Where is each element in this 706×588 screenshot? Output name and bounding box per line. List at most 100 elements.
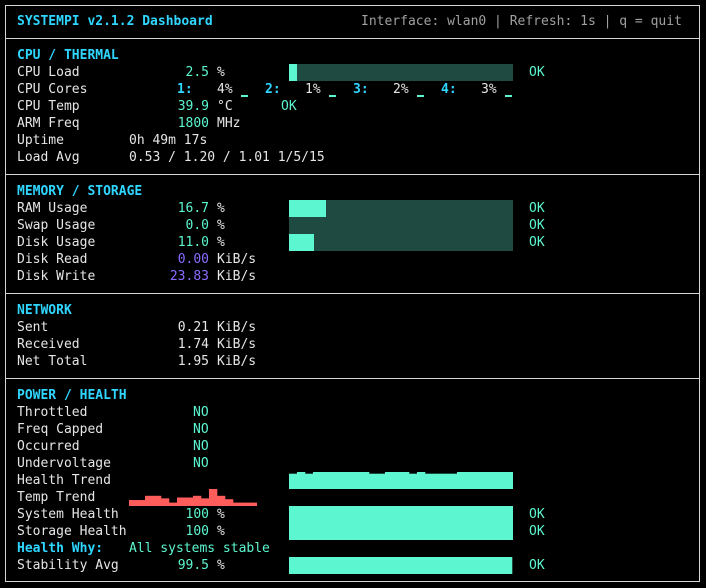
disk-write-label: Disk Write xyxy=(17,269,96,284)
undervoltage-label: Undervoltage xyxy=(17,456,111,471)
sparkline-bar xyxy=(457,472,462,489)
core-4-id: 4: xyxy=(441,82,457,97)
swap-usage-value: 0.0 xyxy=(185,218,209,233)
sparkline-bar xyxy=(221,495,226,506)
disk-usage-status: OK xyxy=(529,235,545,250)
sparkline-bar xyxy=(509,472,513,489)
throttled-label: Throttled xyxy=(17,405,88,420)
sparkline-bar xyxy=(297,472,302,489)
ram-usage-bar xyxy=(289,200,513,217)
sparkline-bar xyxy=(213,489,218,506)
sparkline-bar xyxy=(385,472,390,489)
stability-avg-label: Stability Avg xyxy=(17,558,119,573)
sparkline-bar xyxy=(409,473,414,489)
core-2-value: 1% xyxy=(305,82,321,97)
swap-usage-status: OK xyxy=(529,218,545,233)
sparkline-bar xyxy=(429,473,434,489)
sparkline-bar xyxy=(337,472,342,489)
core-3-id: 3: xyxy=(353,82,369,97)
sparkline-bar xyxy=(133,500,138,506)
cpu-load-status: OK xyxy=(529,65,545,80)
sparkline-bar xyxy=(209,489,214,506)
sparkline-bar xyxy=(225,499,230,506)
sparkline-bar xyxy=(197,495,202,506)
sparkline-bar xyxy=(309,473,314,489)
disk-write-value: 23.83 xyxy=(169,269,209,284)
sparkline-bar xyxy=(229,499,234,506)
disk-usage-bar-fill xyxy=(289,234,314,251)
sparkline-bar xyxy=(141,500,146,506)
sparkline-bar xyxy=(465,472,470,489)
core-3-value: 2% xyxy=(393,82,409,97)
sparkline-bar xyxy=(453,473,458,489)
sparkline-bar xyxy=(493,472,498,489)
uptime-value: 0h 49m 17s xyxy=(129,133,208,148)
net-sent-value: 0.21 xyxy=(177,320,209,335)
sparkline-bar xyxy=(461,472,466,489)
system-health-unit: % xyxy=(217,507,225,522)
sparkline-bar xyxy=(393,472,398,489)
health-trend-sparkline xyxy=(289,472,513,489)
storage-health-bar xyxy=(289,523,513,540)
stability-avg-bar xyxy=(289,557,513,574)
sparkline-bar xyxy=(349,472,354,489)
section-title-network: NETWORK xyxy=(17,303,72,318)
sparkline-bar xyxy=(149,495,154,506)
disk-usage-unit: % xyxy=(217,235,225,250)
disk-usage-label: Disk Usage xyxy=(17,235,96,250)
uptime-label: Uptime xyxy=(17,133,64,148)
core-2-id: 2: xyxy=(265,82,281,97)
storage-health-value: 100 xyxy=(185,524,209,539)
cpu-load-bar xyxy=(289,64,513,81)
sparkline-bar xyxy=(189,497,194,506)
net-total-label: Net Total xyxy=(17,354,88,369)
sparkline-bar xyxy=(161,498,166,506)
sparkline-bar xyxy=(233,502,238,506)
core-1-tick xyxy=(241,95,248,97)
divider xyxy=(6,378,699,379)
ram-usage-unit: % xyxy=(217,201,225,216)
sparkline-bar xyxy=(329,472,334,489)
sparkline-bar xyxy=(501,472,506,489)
sparkline-bar xyxy=(245,502,250,506)
core-3-tick xyxy=(417,95,424,97)
health-why-label: Health Why: xyxy=(17,541,104,556)
cpu-load-unit: % xyxy=(217,65,225,80)
sparkline-bar xyxy=(177,497,182,506)
sparkline-bar xyxy=(361,472,366,489)
disk-read-label: Disk Read xyxy=(17,252,88,267)
disk-read-value: 0.00 xyxy=(177,252,209,267)
temp-trend-label: Temp Trend xyxy=(17,490,96,505)
cpu-load-bar-fill xyxy=(289,64,297,81)
divider xyxy=(6,293,699,294)
net-sent-label: Sent xyxy=(17,320,49,335)
cpu-temp-value: 39.9 xyxy=(177,99,209,114)
cpu-load-value: 2.5 xyxy=(185,65,209,80)
sparkline-bar xyxy=(473,472,478,489)
divider xyxy=(6,174,699,175)
swap-usage-unit: % xyxy=(217,218,225,233)
health-trend-label: Health Trend xyxy=(17,473,111,488)
core-1-value: 4% xyxy=(217,82,233,97)
sparkline-bar xyxy=(157,495,162,506)
sparkline-bar xyxy=(425,473,430,489)
ram-usage-value: 16.7 xyxy=(177,201,209,216)
sparkline-bar xyxy=(449,473,454,489)
sparkline-bar xyxy=(217,495,222,506)
sparkline-bar xyxy=(377,473,382,489)
sparkline-bar xyxy=(313,472,318,489)
sparkline-bar xyxy=(129,500,134,506)
core-4-tick xyxy=(505,95,512,97)
sparkline-bar xyxy=(253,502,257,506)
sparkline-bar xyxy=(373,473,378,489)
sparkline-bar xyxy=(445,473,450,489)
sparkline-bar xyxy=(357,472,362,489)
section-title-power: POWER / HEALTH xyxy=(17,388,127,403)
arm-freq-unit: MHz xyxy=(217,116,241,131)
sparkline-bar xyxy=(249,502,254,506)
net-total-unit: KiB/s xyxy=(217,354,257,369)
sparkline-bar xyxy=(505,472,510,489)
core-2-tick xyxy=(329,95,336,97)
net-total-value: 1.95 xyxy=(177,354,209,369)
sparkline-bar xyxy=(137,500,142,506)
